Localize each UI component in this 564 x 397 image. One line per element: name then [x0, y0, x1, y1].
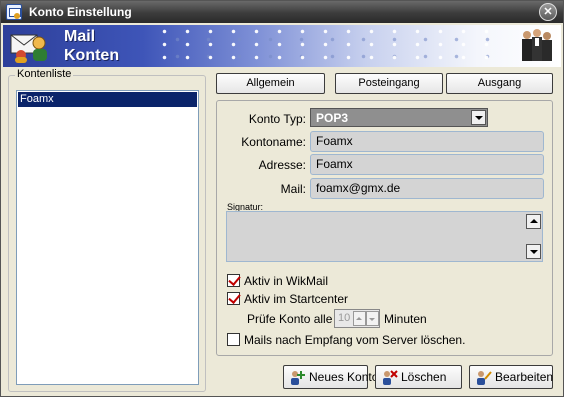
delete-label: Löschen: [401, 370, 447, 384]
title-bar[interactable]: Konto Einstellung ✕: [1, 1, 563, 23]
account-list-group: Kontenliste Foamx: [8, 68, 206, 392]
account-type-label: Konto Typ:: [248, 112, 306, 126]
active-wikmail-label: Aktiv in WikMail: [244, 274, 329, 288]
banner-title-line1: Mail: [64, 28, 96, 45]
check-interval-unit: Minuten: [384, 312, 427, 326]
settings-panel: Konto Typ: POP3 Kontoname: Foamx Adresse…: [216, 100, 553, 356]
account-settings-window: Konto Einstellung ✕ Mail Konten Kontenli: [0, 0, 564, 397]
close-button[interactable]: ✕: [539, 3, 557, 21]
remove-user-icon: [383, 370, 398, 385]
window-title: Konto Einstellung: [29, 5, 132, 19]
scroll-down-icon[interactable]: [526, 244, 541, 259]
edit-user-icon: [477, 371, 492, 385]
mail-accounts-logo-icon: [10, 34, 47, 63]
new-account-button[interactable]: Neues Konto: [283, 365, 378, 389]
check-interval-value: 10: [338, 312, 351, 324]
account-type-row: Konto Typ: POP3: [217, 108, 552, 129]
active-startcenter-label: Aktiv im Startcenter: [244, 292, 349, 306]
mail-row: Mail: foamx@gmx.de: [217, 178, 552, 199]
banner-title: Mail Konten: [64, 27, 119, 65]
edit-label: Bearbeiten: [495, 370, 554, 384]
account-name-row: Kontoname: Foamx: [217, 131, 552, 152]
banner-droplets-decoration: [153, 25, 503, 67]
account-list-item[interactable]: Foamx: [18, 92, 197, 107]
address-row: Adresse: Foamx: [217, 154, 552, 175]
check-interval-label: Prüfe Konto alle: [247, 312, 333, 326]
email-field[interactable]: foamx@gmx.de: [310, 178, 544, 199]
header-banner: Mail Konten: [3, 25, 561, 67]
account-type-value: POP3: [316, 111, 349, 125]
signature-textarea[interactable]: [226, 211, 543, 262]
account-type-select[interactable]: POP3: [310, 108, 488, 127]
delete-after-receive-checkbox[interactable]: [227, 333, 240, 346]
edit-button[interactable]: Bearbeiten: [469, 365, 553, 389]
account-listbox[interactable]: Foamx: [16, 90, 199, 385]
tab-general[interactable]: Allgemein: [216, 73, 325, 94]
mail-app-icon: [6, 4, 22, 20]
tab-outbox[interactable]: Ausgang: [446, 73, 553, 94]
account-name-label: Kontoname:: [241, 135, 306, 149]
delete-after-receive-label: Mails nach Empfang vom Server löschen.: [244, 333, 466, 347]
add-user-icon: [291, 371, 305, 385]
account-list-legend: Kontenliste: [15, 68, 74, 80]
tab-inbox[interactable]: Posteingang: [335, 73, 443, 94]
scroll-up-icon[interactable]: [526, 214, 541, 229]
stepper-up-icon[interactable]: [353, 311, 366, 326]
address-label: Adresse:: [258, 158, 306, 172]
chevron-down-icon[interactable]: [471, 110, 486, 125]
active-wikmail-checkbox[interactable]: [227, 274, 240, 287]
active-startcenter-checkbox[interactable]: [227, 292, 240, 305]
people-icon: [522, 29, 552, 61]
delete-button[interactable]: Löschen: [375, 365, 462, 389]
stepper-down-icon[interactable]: [366, 311, 379, 326]
check-interval-stepper[interactable]: 10: [334, 309, 380, 328]
mail-label: Mail:: [280, 182, 306, 196]
address-field[interactable]: Foamx: [310, 154, 544, 175]
account-name-field[interactable]: Foamx: [310, 131, 544, 152]
new-account-label: Neues Konto: [309, 370, 379, 384]
banner-title-line2: Konten: [64, 47, 120, 64]
